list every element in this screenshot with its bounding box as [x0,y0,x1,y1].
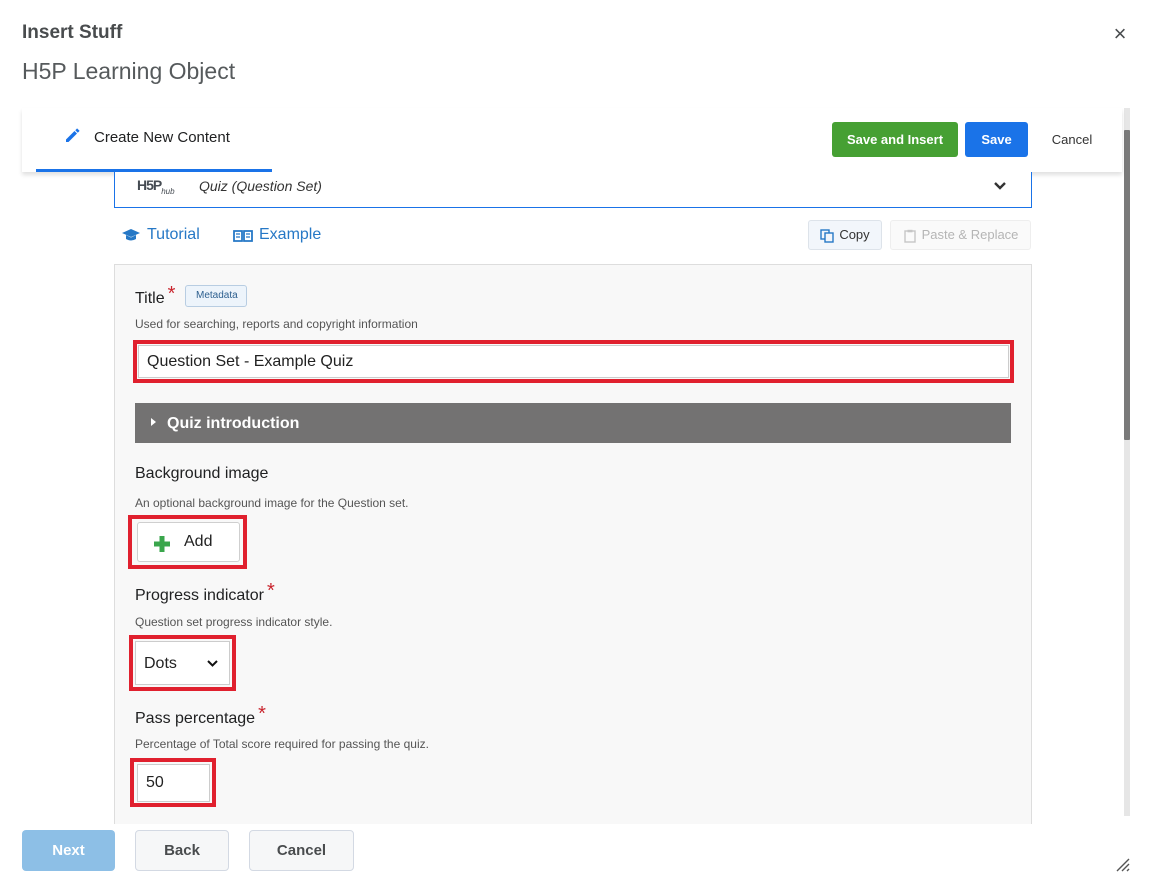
quiz-introduction-label: Quiz introduction [167,415,300,432]
cancel-button-top[interactable]: Cancel [1042,122,1102,157]
title-field-label: Title * [135,283,176,309]
resize-grip-icon[interactable] [1114,856,1130,872]
h5p-logo-text: H5P [137,177,162,193]
title-description: Used for searching, reports and copyrigh… [135,317,418,331]
save-button[interactable]: Save [965,122,1028,157]
background-image-label: Background image [135,465,269,482]
progress-indicator-label: Progress indicator * [135,580,275,606]
copy-button[interactable]: Copy [808,220,882,250]
tutorial-label: Tutorial [147,226,200,243]
progress-indicator-value: Dots [144,655,177,672]
metadata-button[interactable]: Metadata [185,285,247,307]
paste-replace-label: Paste & Replace [921,227,1019,243]
chevron-down-icon [207,660,218,667]
title-label-text: Title [135,290,165,307]
tab-label: Create New Content [94,129,230,146]
book-icon [233,229,253,242]
graduation-cap-icon [122,228,140,241]
pass-percentage-label: Pass percentage * [135,703,266,729]
chevron-down-icon[interactable] [992,178,1008,194]
add-label: Add [184,533,213,550]
scrollbar-thumb[interactable] [1124,130,1130,440]
required-mark: * [266,580,275,602]
progress-indicator-description: Question set progress indicator style. [135,615,333,629]
tutorial-link[interactable]: Tutorial [121,226,200,244]
close-icon[interactable]: × [1109,22,1131,46]
add-image-button[interactable]: Add [137,522,240,562]
pass-percentage-input[interactable] [137,764,210,802]
back-button[interactable]: Back [135,830,229,871]
paste-replace-button[interactable]: Paste & Replace [890,220,1031,250]
background-image-description: An optional background image for the Que… [135,496,409,510]
dialog-subtitle: H5P Learning Object [22,58,236,84]
tab-create-new-content[interactable]: Create New Content [36,108,272,172]
h5p-hub-logo: H5Phub [137,177,175,196]
quiz-introduction-toggle[interactable]: Quiz introduction [135,403,1011,443]
paste-icon [903,229,916,243]
plus-icon [154,536,170,552]
pencil-icon [66,128,80,142]
pass-label-text: Pass percentage [135,710,256,727]
required-mark: * [258,703,266,725]
next-button[interactable]: Next [22,830,115,871]
example-link[interactable]: Example [233,226,321,244]
h5p-logo-sub: hub [161,186,175,196]
cancel-button[interactable]: Cancel [249,830,354,871]
content-type-selector[interactable]: H5Phub Quiz (Question Set) [114,172,1032,208]
save-and-insert-button[interactable]: Save and Insert [832,122,958,157]
example-label: Example [259,226,322,243]
required-mark: * [167,283,176,305]
title-input[interactable] [138,345,1009,378]
progress-indicator-select[interactable]: Dots [135,641,230,685]
content-type-title: Quiz (Question Set) [199,178,322,194]
copy-label: Copy [839,227,870,243]
pass-percentage-description: Percentage of Total score required for p… [135,737,429,751]
caret-right-icon [151,418,156,426]
dialog-title: Insert Stuff [22,22,123,43]
progress-label-text: Progress indicator [135,587,264,604]
copy-icon [820,229,835,243]
editor-topbar: Create New Content Save and Insert Save … [22,108,1122,172]
